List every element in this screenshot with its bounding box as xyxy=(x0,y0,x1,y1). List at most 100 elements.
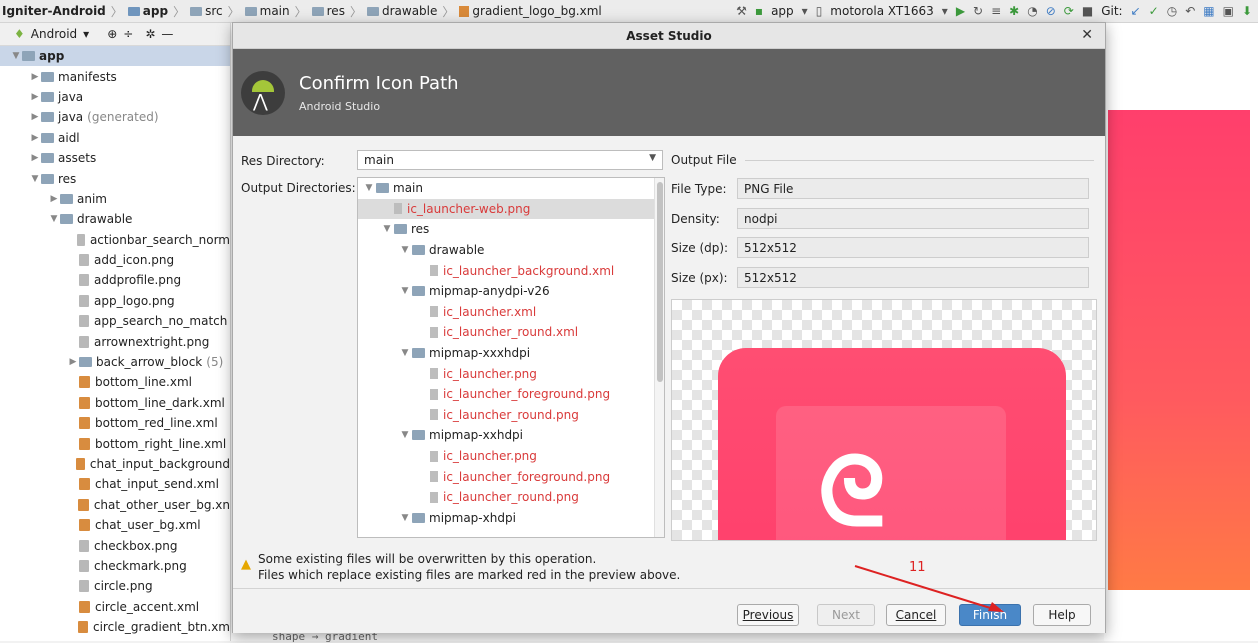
expand-arrow-open-icon[interactable]: ▼ xyxy=(380,224,394,234)
breadcrumb-file[interactable]: gradient_logo_bg.xml xyxy=(457,4,603,18)
project-tree-item[interactable]: arrownextright.png xyxy=(0,331,230,351)
output-tree-item[interactable]: ▼ main xyxy=(358,178,664,199)
output-tree-item[interactable]: ic_launcher_foreground.png xyxy=(358,384,664,405)
git-update-icon[interactable]: ↙ xyxy=(1131,4,1141,18)
project-tree-item[interactable]: ▼ res xyxy=(0,168,230,188)
output-tree-item[interactable]: ▼ mipmap-xxhdpi xyxy=(358,425,664,446)
scrollbar-thumb[interactable] xyxy=(657,182,663,382)
history-icon[interactable]: ◷ xyxy=(1167,4,1177,18)
output-tree-item[interactable]: ic_launcher_foreground.png xyxy=(358,466,664,487)
project-view-selector[interactable]: Android xyxy=(31,27,77,41)
cancel-button[interactable]: Cancel xyxy=(886,604,946,626)
expand-arrow-closed-icon[interactable]: ▶ xyxy=(29,133,41,143)
expand-arrow-open-icon[interactable]: ▼ xyxy=(362,183,376,193)
breadcrumb-drawable[interactable]: drawable xyxy=(365,4,439,18)
expand-arrow-closed-icon[interactable]: ▶ xyxy=(29,153,41,163)
debug-icon[interactable]: ✱ xyxy=(1009,4,1019,18)
expand-arrow-open-icon[interactable]: ▼ xyxy=(29,174,41,184)
breadcrumb-project[interactable]: Igniter-Android xyxy=(0,4,108,18)
expand-arrow-open-icon[interactable]: ▼ xyxy=(10,51,22,61)
project-tree-item[interactable]: chat_user_bg.xml xyxy=(0,515,230,535)
project-structure-icon[interactable]: ▦ xyxy=(1203,4,1214,18)
run-icon[interactable]: ▶ xyxy=(956,4,965,18)
project-tree-item[interactable]: app_logo.png xyxy=(0,291,230,311)
previous-button[interactable]: Previous xyxy=(737,604,799,626)
project-tree-item[interactable]: chat_input_send.xml xyxy=(0,474,230,494)
project-tree-item[interactable]: ▶ java xyxy=(0,87,230,107)
target-icon[interactable]: ⊕ xyxy=(107,27,117,41)
output-tree-item[interactable]: ic_launcher.xml xyxy=(358,302,664,323)
expand-arrow-closed-icon[interactable]: ▶ xyxy=(67,357,79,367)
layout-icon[interactable]: ▣ xyxy=(1223,4,1234,18)
output-tree-item[interactable]: ic_launcher_round.png xyxy=(358,405,664,426)
output-tree-item[interactable]: ▼ mipmap-anydpi-v26 xyxy=(358,281,664,302)
project-tree-item[interactable]: ▶ aidl xyxy=(0,128,230,148)
output-tree-item[interactable]: ▼ mipmap-xhdpi xyxy=(358,508,664,529)
expand-arrow-closed-icon[interactable]: ▶ xyxy=(48,194,60,204)
coverage-icon[interactable]: ≡ xyxy=(991,4,1001,18)
project-tree-item[interactable]: ▶ back_arrow_block (5) xyxy=(0,352,230,372)
output-tree-scrollbar[interactable] xyxy=(654,178,664,537)
output-tree-item[interactable]: ▼ drawable xyxy=(358,240,664,261)
res-directory-select[interactable]: main ▼ xyxy=(357,150,663,170)
expand-arrow-closed-icon[interactable]: ▶ xyxy=(29,72,41,82)
project-tree-item[interactable]: checkmark.png xyxy=(0,556,230,576)
expand-arrow-open-icon[interactable]: ▼ xyxy=(398,286,412,296)
run-config-selector[interactable]: app xyxy=(771,4,794,18)
gear-icon[interactable]: ✲ xyxy=(145,27,155,41)
output-tree-item[interactable]: ic_launcher_background.xml xyxy=(358,260,664,281)
device-selector[interactable]: motorola XT1663 xyxy=(830,4,933,18)
sdk-manager-icon[interactable]: ⬇ xyxy=(1242,4,1252,18)
project-tree-item[interactable]: circle.png xyxy=(0,576,230,596)
expand-arrow-open-icon[interactable]: ▼ xyxy=(398,513,412,523)
revert-icon[interactable]: ↶ xyxy=(1185,4,1195,18)
project-tree-item[interactable]: add_icon.png xyxy=(0,250,230,270)
output-tree-item[interactable]: ic_launcher_round.xml xyxy=(358,322,664,343)
breadcrumb-src[interactable]: src xyxy=(188,4,225,18)
profile-icon[interactable]: ◔ xyxy=(1027,4,1037,18)
output-directories-tree[interactable]: ▼ main ic_launcher-web.png ▼ res ▼ drawable ic_… xyxy=(357,177,665,538)
git-commit-icon[interactable]: ✓ xyxy=(1149,4,1159,18)
project-tree-item[interactable]: ▼ app xyxy=(0,46,230,67)
breadcrumb-app[interactable]: app xyxy=(126,4,170,18)
breadcrumb-res[interactable]: res xyxy=(310,4,347,18)
close-icon[interactable]: ✕ xyxy=(1081,27,1093,43)
expand-arrow-open-icon[interactable]: ▼ xyxy=(398,245,412,255)
next-button[interactable]: Next xyxy=(817,604,875,626)
project-tree-item[interactable]: chat_other_user_bg.xn xyxy=(0,495,230,515)
expand-arrow-closed-icon[interactable]: ▶ xyxy=(29,112,41,122)
help-button[interactable]: Help xyxy=(1033,604,1091,626)
attach-debugger-icon[interactable]: ⊘ xyxy=(1046,4,1056,18)
expand-arrow-open-icon[interactable]: ▼ xyxy=(398,430,412,440)
project-tree-item[interactable]: bottom_line.xml xyxy=(0,372,230,392)
breadcrumb-main[interactable]: main xyxy=(243,4,292,18)
project-tree-item[interactable]: bottom_right_line.xml xyxy=(0,433,230,453)
expand-arrow-open-icon[interactable]: ▼ xyxy=(48,214,60,224)
project-tree-item[interactable]: ▶ java (generated) xyxy=(0,107,230,127)
project-tree-item[interactable]: actionbar_search_norm xyxy=(0,230,230,250)
expand-arrow-closed-icon[interactable]: ▶ xyxy=(29,92,41,102)
project-tree-item[interactable]: ▶ anim xyxy=(0,189,230,209)
output-tree-item[interactable]: ic_launcher.png xyxy=(358,363,664,384)
hammer-icon[interactable]: ⚒ xyxy=(736,4,747,18)
stop-icon[interactable]: ■ xyxy=(1082,4,1093,18)
project-tree-item[interactable]: checkbox.png xyxy=(0,535,230,555)
output-tree-item[interactable]: ic_launcher_round.png xyxy=(358,487,664,508)
project-tree-item[interactable]: chat_input_background xyxy=(0,454,230,474)
project-tree-item[interactable]: ▼ drawable xyxy=(0,209,230,229)
project-tree-item[interactable]: bottom_red_line.xml xyxy=(0,413,230,433)
minimize-icon[interactable]: — xyxy=(161,27,173,41)
expand-arrow-open-icon[interactable]: ▼ xyxy=(398,348,412,358)
apply-changes-icon[interactable]: ↻ xyxy=(973,4,983,18)
project-tree-item[interactable]: bottom_line_dark.xml xyxy=(0,393,230,413)
output-tree-item[interactable]: ic_launcher.png xyxy=(358,446,664,467)
finish-button[interactable]: Finish xyxy=(959,604,1021,626)
output-tree-item[interactable]: ic_launcher-web.png xyxy=(358,198,664,220)
output-tree-item[interactable]: ▼ mipmap-xxxhdpi xyxy=(358,343,664,364)
project-tree-item[interactable]: circle_gradient_btn.xm xyxy=(0,617,230,637)
project-tree-item[interactable]: addprofile.png xyxy=(0,270,230,290)
project-tree-item[interactable]: ▶ assets xyxy=(0,148,230,168)
project-tree-item[interactable]: circle_accent.xml xyxy=(0,597,230,617)
project-tree-item[interactable]: ▶ manifests xyxy=(0,66,230,86)
output-tree-item[interactable]: ▼ res xyxy=(358,219,664,240)
